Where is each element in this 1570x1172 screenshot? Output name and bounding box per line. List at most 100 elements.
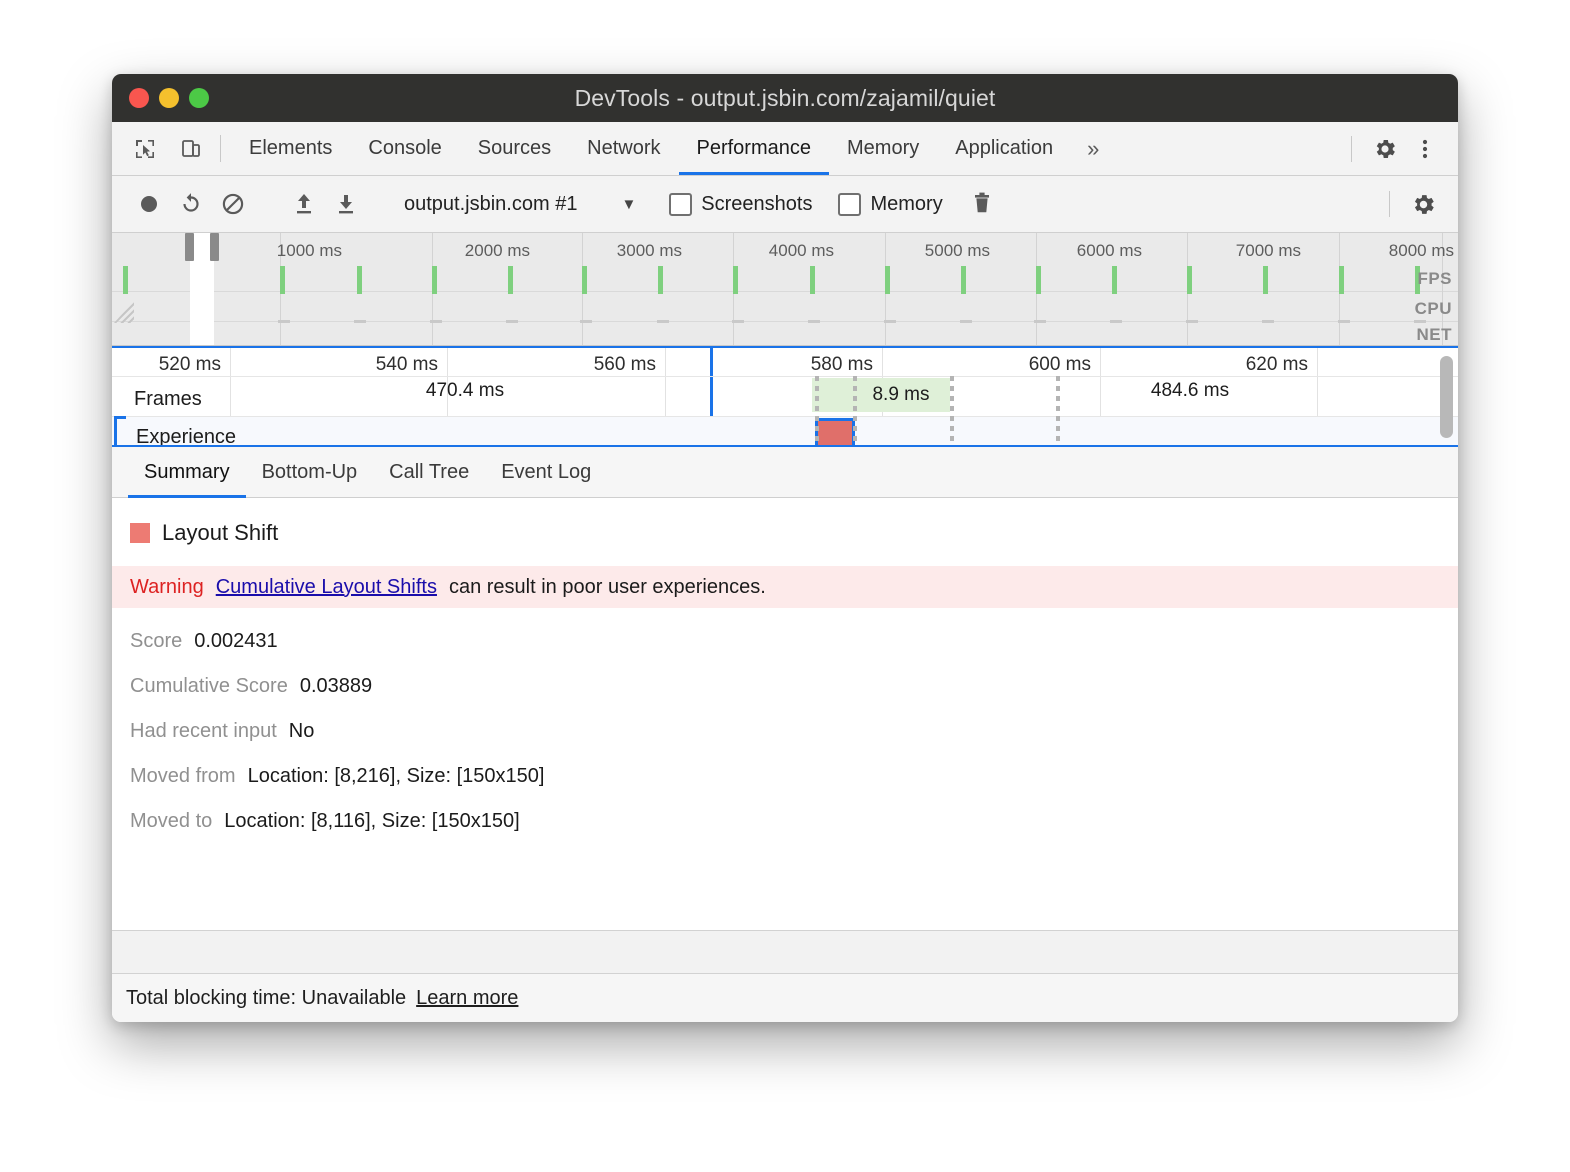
- overview-fps-bar: [1187, 266, 1192, 294]
- overview-cpu-blip: [430, 320, 442, 323]
- overview-cpu-blip: [960, 320, 972, 323]
- tabbar-right-divider: [1351, 136, 1352, 162]
- devtools-window: DevTools - output.jsbin.com/zajamil/quie…: [112, 74, 1458, 1022]
- layout-shift-color-swatch: [130, 523, 150, 543]
- tabbar-right-controls: [1351, 122, 1458, 175]
- overview-fps-bar: [280, 266, 285, 294]
- performance-toolbar: output.jsbin.com #1 ▼ Screenshots Memory: [112, 176, 1458, 233]
- learn-more-link[interactable]: Learn more: [416, 987, 518, 1010]
- close-window-button[interactable]: [129, 88, 149, 108]
- memory-checkbox-row[interactable]: Memory: [816, 193, 942, 216]
- flamechart-tick-label: 520 ms: [159, 354, 230, 376]
- overview-tick-label: 4000 ms: [769, 241, 840, 261]
- tab-summary[interactable]: Summary: [128, 447, 246, 497]
- summary-pane: Layout Shift Warning Cumulative Layout S…: [112, 498, 1458, 930]
- inspect-element-icon[interactable]: [128, 132, 162, 166]
- settings-gear-icon[interactable]: [1368, 132, 1402, 166]
- screenshots-checkbox[interactable]: [669, 193, 692, 216]
- flamechart-tick-label: 540 ms: [376, 354, 447, 376]
- overview-timeline[interactable]: 1000 ms 2000 ms 3000 ms 4000 ms 5000 ms …: [112, 233, 1458, 346]
- overview-tick-label: 1000 ms: [277, 241, 348, 261]
- flamechart-tick-label: 580 ms: [811, 354, 882, 376]
- memory-checkbox[interactable]: [838, 193, 861, 216]
- experience-track-selection-bracket: [114, 416, 126, 447]
- cumulative-layout-shifts-link[interactable]: Cumulative Layout Shifts: [216, 576, 437, 599]
- overview-fps-bar: [733, 266, 738, 294]
- tabbar-divider: [220, 135, 221, 162]
- devtools-tabbar: Elements Console Sources Network Perform…: [112, 122, 1458, 176]
- summary-row-cumulative-score: Cumulative Score 0.03889: [112, 675, 1458, 698]
- zoom-window-button[interactable]: [189, 88, 209, 108]
- overview-cpu-blip: [354, 320, 366, 323]
- overview-fps-bar: [1112, 266, 1117, 294]
- overview-tick-label: 5000 ms: [925, 241, 996, 261]
- summary-pane-footer: [112, 930, 1458, 974]
- clear-recording-icon[interactable]: [214, 185, 252, 223]
- overview-cpu-blip: [1034, 320, 1046, 323]
- overview-fps-bar: [508, 266, 513, 294]
- overview-tick-label: 7000 ms: [1236, 241, 1307, 261]
- overview-lane-label-cpu: CPU: [1415, 299, 1452, 319]
- overview-selection-left-handle[interactable]: [185, 233, 194, 261]
- tab-application[interactable]: Application: [937, 122, 1071, 175]
- overview-fps-bar: [961, 266, 966, 294]
- detail-pane-tabs: Summary Bottom-Up Call Tree Event Log: [112, 447, 1458, 498]
- overview-tick-label: 8000 ms: [1389, 241, 1458, 261]
- flamechart-dotted-divider: [1056, 376, 1060, 447]
- minimize-window-button[interactable]: [159, 88, 179, 108]
- window-titlebar: DevTools - output.jsbin.com/zajamil/quie…: [112, 74, 1458, 122]
- download-profile-icon[interactable]: [327, 185, 365, 223]
- tab-sources[interactable]: Sources: [460, 122, 569, 175]
- overview-tick-label: 3000 ms: [617, 241, 688, 261]
- overview-lane-label-fps: FPS: [1417, 269, 1452, 289]
- upload-profile-icon[interactable]: [285, 185, 323, 223]
- frame-duration-label: 470.4 ms: [426, 380, 504, 402]
- summary-row-score: Score 0.002431: [112, 630, 1458, 653]
- tab-elements[interactable]: Elements: [231, 122, 350, 175]
- flamechart-scrollbar-thumb[interactable]: [1440, 356, 1453, 438]
- tab-call-tree[interactable]: Call Tree: [373, 447, 485, 497]
- screenshots-checkbox-row[interactable]: Screenshots: [661, 193, 812, 216]
- overview-cpu-blip: [884, 320, 896, 323]
- panel-tabs: Elements Console Sources Network Perform…: [231, 122, 1115, 175]
- summary-row-moved-to: Moved to Location: [8,116], Size: [150x1…: [112, 810, 1458, 833]
- summary-key: Cumulative Score: [130, 675, 288, 698]
- summary-value: No: [289, 720, 315, 743]
- overview-fps-bar: [1263, 266, 1268, 294]
- window-title: DevTools - output.jsbin.com/zajamil/quie…: [112, 85, 1458, 112]
- experience-track-band: [112, 416, 1458, 447]
- perfbar-right-controls: [1389, 185, 1458, 223]
- overview-selection-right-handle[interactable]: [210, 233, 219, 261]
- device-toolbar-icon[interactable]: [174, 132, 208, 166]
- tab-network[interactable]: Network: [569, 122, 678, 175]
- summary-value: 0.03889: [300, 675, 372, 698]
- layout-shift-event-marker[interactable]: [815, 418, 855, 447]
- tab-console[interactable]: Console: [350, 122, 459, 175]
- session-name-label[interactable]: output.jsbin.com #1: [394, 193, 577, 216]
- record-icon[interactable]: [130, 185, 168, 223]
- traffic-light-group: [129, 74, 209, 122]
- summary-row-moved-from: Moved from Location: [8,216], Size: [150…: [112, 765, 1458, 788]
- kebab-menu-icon[interactable]: [1408, 132, 1442, 166]
- summary-key: Had recent input: [130, 720, 277, 743]
- overview-cpu-blip: [732, 320, 744, 323]
- tab-bottom-up[interactable]: Bottom-Up: [246, 447, 374, 497]
- tab-memory[interactable]: Memory: [829, 122, 937, 175]
- flamechart-tick-label: 600 ms: [1029, 354, 1100, 376]
- reload-and-record-icon[interactable]: [172, 185, 210, 223]
- overview-selection-window[interactable]: [190, 233, 214, 345]
- more-tabs-icon[interactable]: »: [1071, 122, 1115, 175]
- session-dropdown-caret-icon[interactable]: ▼: [581, 196, 642, 213]
- capture-settings-gear-icon[interactable]: [1404, 185, 1442, 223]
- tab-performance[interactable]: Performance: [679, 122, 830, 175]
- overview-cpu-blip: [278, 320, 290, 323]
- tab-event-log[interactable]: Event Log: [485, 447, 607, 497]
- summary-title-row: Layout Shift: [112, 498, 1458, 546]
- summary-key: Score: [130, 630, 182, 653]
- overview-lane-label-net: NET: [1417, 325, 1453, 345]
- frame-block-selected[interactable]: 8.9 ms: [812, 378, 950, 412]
- frame-duration-label: 484.6 ms: [1151, 380, 1229, 402]
- experience-track-label: Experience: [136, 426, 236, 447]
- flame-chart[interactable]: 520 ms 540 ms 560 ms 580 ms 600 ms 620 m…: [112, 346, 1458, 447]
- delete-recording-icon[interactable]: [963, 185, 1001, 223]
